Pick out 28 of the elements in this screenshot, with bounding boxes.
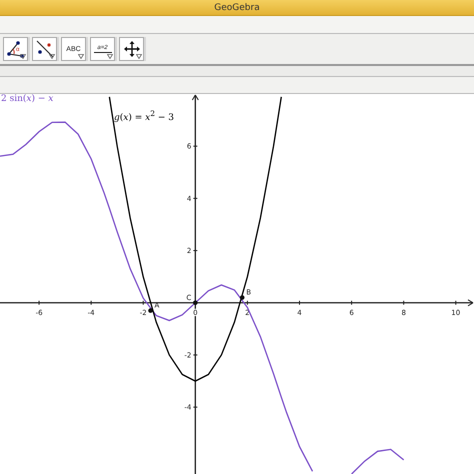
y-tick	[192, 146, 198, 147]
x-tick	[246, 300, 248, 306]
x-tick	[351, 300, 352, 306]
intersection-point[interactable]	[193, 300, 198, 306]
function-label: 2 sin(x) − x	[1, 94, 54, 104]
window-title: GeoGebra	[214, 2, 260, 12]
x-tick	[455, 300, 456, 306]
x-tick	[90, 300, 92, 306]
y-tick	[192, 406, 198, 408]
line-tool-icon	[34, 40, 54, 58]
dropdown-triangle-icon	[49, 54, 55, 59]
x-tick	[403, 300, 404, 306]
intersection-point[interactable]	[240, 295, 244, 300]
tool-button[interactable]	[119, 37, 144, 61]
move-arrows-icon	[122, 40, 140, 58]
dropdown-triangle-icon	[20, 54, 26, 59]
y-tick	[192, 354, 198, 356]
y-tick	[192, 250, 198, 252]
function-label: g(x) = x$^{2}$ − 3	[114, 109, 174, 123]
x-tick	[142, 300, 144, 306]
y-tick	[192, 198, 198, 199]
x-tick	[299, 300, 300, 306]
dropdown-triangle-icon	[107, 54, 113, 59]
dropdown-triangle-icon	[78, 54, 84, 59]
dropdown-triangle-icon	[136, 54, 142, 59]
tool-button[interactable]	[32, 37, 57, 61]
x-tick	[38, 300, 40, 306]
intersection-point[interactable]	[148, 308, 153, 313]
